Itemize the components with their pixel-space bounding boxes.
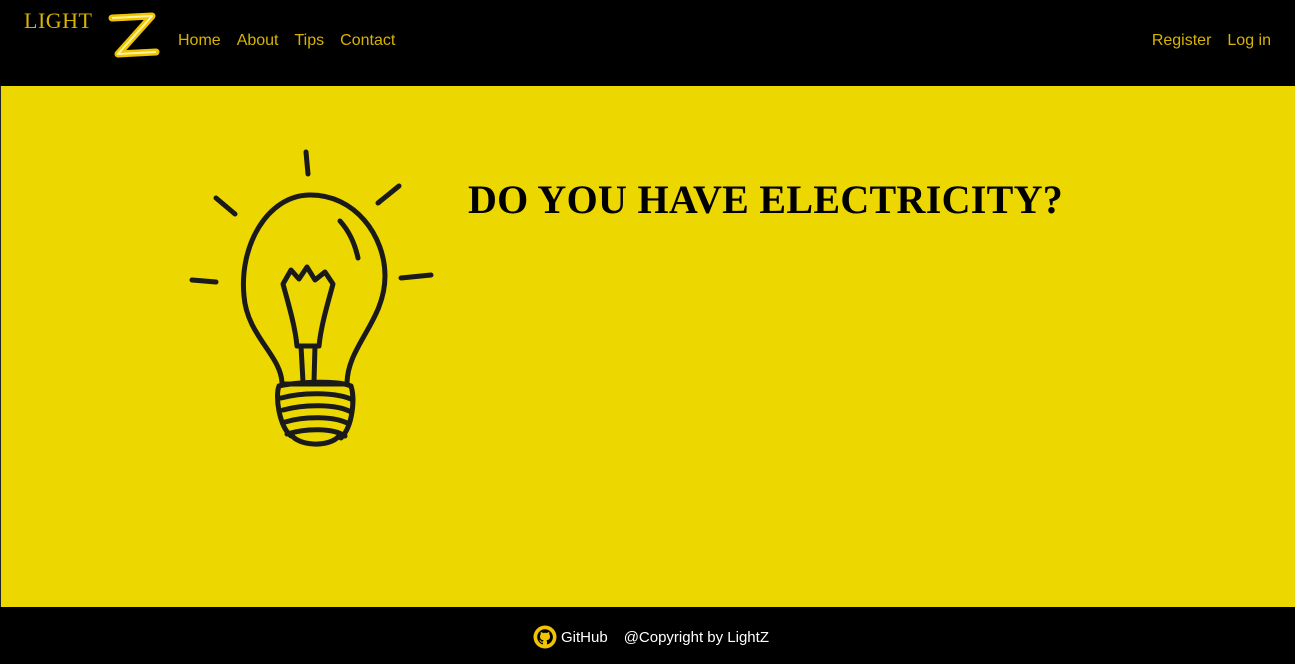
login-link[interactable]: Log in: [1227, 31, 1271, 51]
nav-left: Home About Tips Contact: [178, 31, 411, 51]
navbar: LIGHT Home About Tips Contact Register L…: [0, 0, 1295, 86]
hero-section: DO YOU HAVE ELECTRICITY?: [0, 86, 1295, 607]
register-link[interactable]: Register: [1152, 31, 1212, 51]
brand-word: LIGHT: [24, 8, 93, 33]
github-icon[interactable]: [533, 625, 557, 649]
nav-home-link[interactable]: Home: [178, 31, 221, 51]
brand-logo[interactable]: LIGHT: [22, 4, 162, 64]
nav-tips-link[interactable]: Tips: [295, 31, 325, 51]
footer: GitHub @Copyright by LightZ: [0, 607, 1295, 664]
github-link[interactable]: GitHub: [561, 629, 608, 646]
lightning-z-icon: [108, 12, 160, 58]
nav-contact-link[interactable]: Contact: [340, 31, 395, 51]
footer-content: GitHub @Copyright by LightZ: [533, 625, 769, 649]
nav-right: Register Log in: [1136, 31, 1271, 51]
hero-title: DO YOU HAVE ELECTRICITY?: [468, 177, 1064, 222]
copyright-text: @Copyright by LightZ: [623, 628, 769, 646]
nav-about-link[interactable]: About: [237, 31, 279, 51]
lightbulb-icon: [189, 149, 434, 447]
